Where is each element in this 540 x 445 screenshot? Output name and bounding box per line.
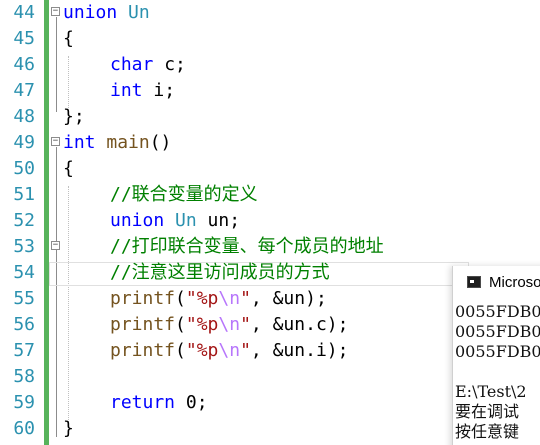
code-text: union Un [63,0,150,26]
keyword: return [110,392,176,413]
code-text: }; [63,106,85,127]
code-line[interactable]: 50 { [13,156,540,182]
console-app-icon [467,276,481,288]
code-plain: , &un); [250,288,327,309]
type-name: Un [128,2,150,23]
code-line[interactable]: 48 }; [13,104,540,130]
code-plain: c; [153,54,186,75]
line-number: 45 [13,28,35,49]
line-number: 55 [13,288,35,309]
line-number: 46 [13,54,35,75]
console-output-line: 要在调试 [455,402,520,421]
code-plain: ( [175,340,186,361]
code-comment: //打印联合变量、每个成员的地址 [110,236,384,257]
type-name: Un [175,210,197,231]
line-number: 53 [13,236,35,257]
line-number: 60 [13,418,35,439]
escape-sequence: \n [218,314,241,335]
code-comment: //注意这里访问成员的方式 [110,262,330,283]
code-line[interactable]: 51 //联合变量的定义 [13,182,540,208]
code-text: char c; [110,52,186,78]
code-plain: () [149,132,172,153]
code-line[interactable]: 44 union Un [13,0,540,26]
code-text: union Un un; [110,208,240,234]
code-text: int main() [63,130,171,156]
code-plain: , &un.c); [250,314,349,335]
console-window[interactable]: Microso 0055FDB0 0055FDB0 0055FDB0 E:\Te… [452,266,540,445]
code-line[interactable]: 52 union Un un; [13,208,540,234]
function-name: main [106,132,150,153]
line-number: 58 [13,366,35,387]
string-literal: "%p [185,314,219,335]
escape-sequence: \n [218,340,241,361]
line-number: 44 [13,2,35,23]
line-number: 47 [13,80,35,101]
code-plain: un; [196,210,241,231]
ide-window: − − − 44 union Un 45 { 46 char c; 47 int… [0,0,540,445]
line-number: 48 [13,106,35,127]
string-literal: "%p [185,288,219,309]
line-number: 52 [13,210,35,231]
string-literal: " [240,314,251,335]
console-output-line: E:\Test\2 [455,382,527,401]
code-line[interactable]: 46 char c; [13,52,540,78]
line-number: 57 [13,340,35,361]
code-line[interactable]: 45 { [13,26,540,52]
code-text: { [63,28,74,49]
code-plain: i; [142,80,176,101]
code-plain: ( [175,288,186,309]
code-plain: , &un.i); [250,340,349,361]
escape-sequence: \n [218,288,241,309]
console-output-line: 0055FDB0 [455,322,540,341]
code-plain: ( [175,314,186,335]
code-text: int i; [110,78,175,104]
function-name: printf [110,340,176,361]
code-text: printf("%p\n", &un.i); [110,338,348,364]
line-number: 59 [13,392,35,413]
keyword: union [110,210,165,231]
console-title-bar[interactable]: Microso [453,266,540,300]
line-number: 54 [13,262,35,283]
string-literal: "%p [185,340,219,361]
code-comment: //联合变量的定义 [110,184,258,205]
code-text: { [63,158,74,179]
string-literal: " [240,288,251,309]
function-name: printf [110,288,176,309]
string-literal: " [240,340,251,361]
code-plain: 0; [175,392,208,413]
console-output-line: 0055FDB0 [455,342,540,361]
console-output-line: 0055FDB0 [455,302,540,321]
line-number: 51 [13,184,35,205]
line-number: 56 [13,314,35,335]
code-line[interactable]: 47 int i; [13,78,540,104]
keyword: int [63,132,96,153]
keyword: char [110,54,154,75]
keyword: union [63,2,118,23]
console-output-line: 按任意键 [455,422,520,441]
console-title: Microso [489,274,540,291]
line-number: 50 [13,158,35,179]
console-output[interactable]: 0055FDB0 0055FDB0 0055FDB0 E:\Test\2 要在调… [453,300,540,445]
code-text: printf("%p\n", &un); [110,286,327,312]
line-number: 49 [13,132,35,153]
code-line[interactable]: 53 //打印联合变量、每个成员的地址 [13,234,540,260]
code-text: return 0; [110,390,208,416]
keyword: int [110,80,143,101]
code-text: } [63,418,74,439]
function-name: printf [110,314,176,335]
code-text: printf("%p\n", &un.c); [110,312,348,338]
code-line[interactable]: 49 int main() [13,130,540,156]
